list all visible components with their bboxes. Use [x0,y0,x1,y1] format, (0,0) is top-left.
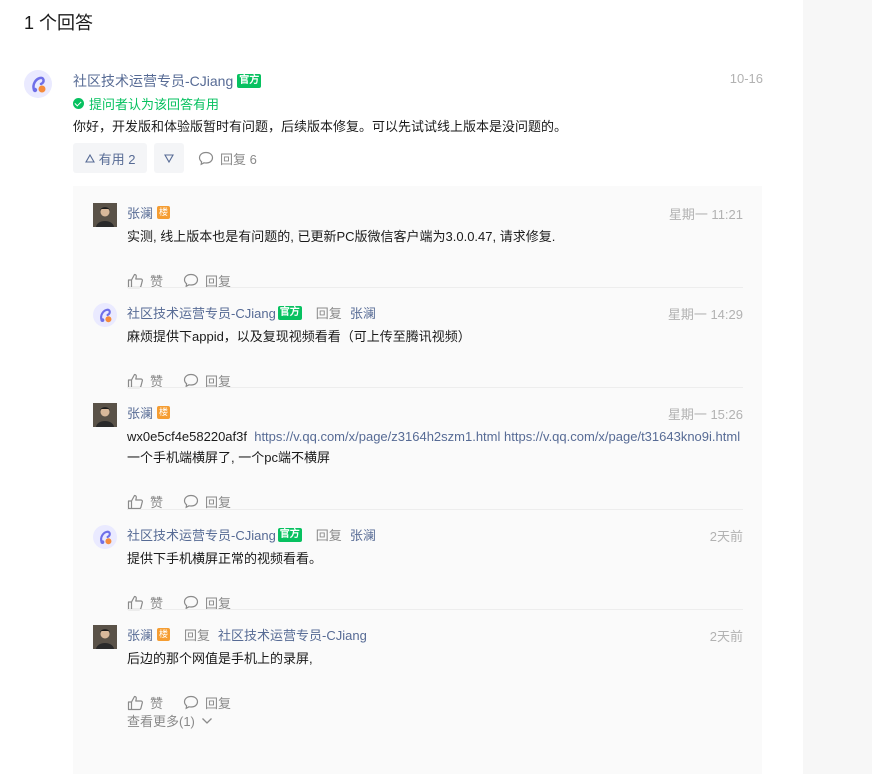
comment-author[interactable]: 社区技术运营专员-CJiang [127,303,276,322]
comment-author[interactable]: 张澜 [127,203,153,222]
comment-time: 2天前 [709,629,743,644]
user-avatar[interactable] [93,203,117,227]
reply-to-label: 回复 [315,528,342,543]
comment-header: 张澜 楼 回复 社区技术运营专员-CJiang [127,625,367,644]
comment-header: 张澜 楼 [127,403,171,422]
thumbs-up-icon[interactable] [127,494,144,510]
floor-badge: 楼 [157,406,171,419]
comment-item: 张澜 楼 回复 社区技术运营专员-CJiang 2天前 后边的那个网值是手机上的… [93,625,743,715]
divider [127,609,743,610]
reply-count-label: 回复 6 [220,152,257,167]
official-badge: 官方 [277,527,302,542]
comment-header: 社区技术运营专员-CJiang 官方 回复 张澜 [127,525,376,544]
reply-to-user[interactable]: 社区技术运营专员-CJiang [218,625,367,644]
reply-to-label: 回复 [315,306,342,321]
comment-icon[interactable] [183,695,199,710]
upvote-button[interactable]: 有用 2 [73,143,147,173]
official-avatar[interactable] [93,303,117,327]
official-badge: 官方 [237,74,262,88]
reply-label[interactable]: 回复 [205,693,231,712]
official-avatar[interactable] [24,70,52,98]
answer-author: 社区技术运营专员-CJiang 官方 [73,71,262,91]
comment-time: 星期一 15:26 [667,407,743,422]
comment-item: 社区技术运营专员-CJiang 官方 回复 张澜 2天前 提供下手机横屏正常的视… [93,525,743,615]
comment-icon[interactable] [183,595,199,610]
comment-icon [198,151,214,166]
comment-time: 2天前 [709,529,743,544]
thumbs-up-icon[interactable] [127,695,144,711]
appid-text: wx0e5cf4e58220af3f [127,429,247,444]
answer-author-name[interactable]: 社区技术运营专员-CJiang [73,71,233,91]
comment-text: 实测, 线上版本也是有问题的, 已更新PC版微信客户端为3.0.0.47, 请求… [127,229,556,244]
reply-to-user[interactable]: 张澜 [350,525,376,544]
comment-time: 星期一 14:29 [667,307,743,322]
comment-item: 张澜 楼 星期一 11:21 实测, 线上版本也是有问题的, 已更新PC版微信客… [93,203,743,293]
downvote-button[interactable] [154,143,184,173]
comments-panel: 张澜 楼 星期一 11:21 实测, 线上版本也是有问题的, 已更新PC版微信客… [73,186,762,774]
user-avatar[interactable] [93,625,117,649]
right-sidebar [803,0,872,774]
comment-text: 麻烦提供下appid，以及复现视频看看（可上传至腾讯视频） [127,329,471,344]
comment-text: 后边的那个网值是手机上的录屏, [127,651,313,666]
divider [127,387,743,388]
reply-count-button[interactable]: 回复 6 [198,149,257,168]
comment-header: 社区技术运营专员-CJiang 官方 回复 张澜 [127,303,376,322]
comment-text: 提供下手机横屏正常的视频看看。 [127,551,323,566]
official-badge: 官方 [277,305,302,320]
video-link-1[interactable]: https://v.qq.com/x/page/z3164h2szm1.html [254,429,500,444]
comment-text: wx0e5cf4e58220af3f https://v.qq.com/x/pa… [127,426,743,468]
comment-actions: 赞 回复 [127,693,231,712]
answer-content: 你好，开发版和体验版暂时有问题，后续版本修复。可以先试试线上版本是没问题的。 [73,119,568,134]
view-more-button[interactable]: 查看更多(1) [127,711,213,730]
upvote-label: 有用 2 [98,151,136,167]
answer-time: 10-16 [729,71,763,86]
view-more-label: 查看更多(1) [127,714,195,729]
comment-time: 星期一 11:21 [668,207,743,222]
divider [127,509,743,510]
comment-icon[interactable] [183,494,199,509]
comment-icon[interactable] [183,273,199,288]
accepted-text: 提问者认为该回答有用 [89,97,220,112]
comment-author[interactable]: 社区技术运营专员-CJiang [127,525,276,544]
video-link-2[interactable]: https://v.qq.com/x/page/t31643kno9i.html [504,429,740,444]
user-avatar[interactable] [93,403,117,427]
floor-badge: 楼 [157,628,171,641]
chevron-down-icon [201,717,212,724]
comment-author[interactable]: 张澜 [127,403,153,422]
comment-text-suffix: 一个手机端横屏了, 一个pc端不横屏 [127,450,330,465]
floor-badge: 楼 [157,206,171,219]
comment-header: 张澜 楼 [127,203,171,222]
like-label[interactable]: 赞 [150,693,163,712]
comment-icon[interactable] [183,373,199,388]
official-avatar[interactable] [93,525,117,549]
comment-item: 张澜 楼 星期一 15:26 wx0e5cf4e58220af3f https:… [93,403,743,513]
check-circle-icon [73,98,84,109]
comment-item: 社区技术运营专员-CJiang 官方 回复 张澜 星期一 14:29 麻烦提供下… [93,303,743,393]
reply-to-label: 回复 [184,628,211,643]
divider [127,287,743,288]
reply-to-user[interactable]: 张澜 [350,303,376,322]
triangle-up-icon [84,153,95,163]
main-panel: 1 个回答 社区技术运营专员-CJiang 官方 10-16 提问者认为该回答有… [0,0,803,774]
triangle-down-icon [164,153,174,163]
accepted-status: 提问者认为该回答有用 [73,94,219,113]
answers-heading: 1 个回答 [24,13,94,33]
comment-author[interactable]: 张澜 [127,625,153,644]
